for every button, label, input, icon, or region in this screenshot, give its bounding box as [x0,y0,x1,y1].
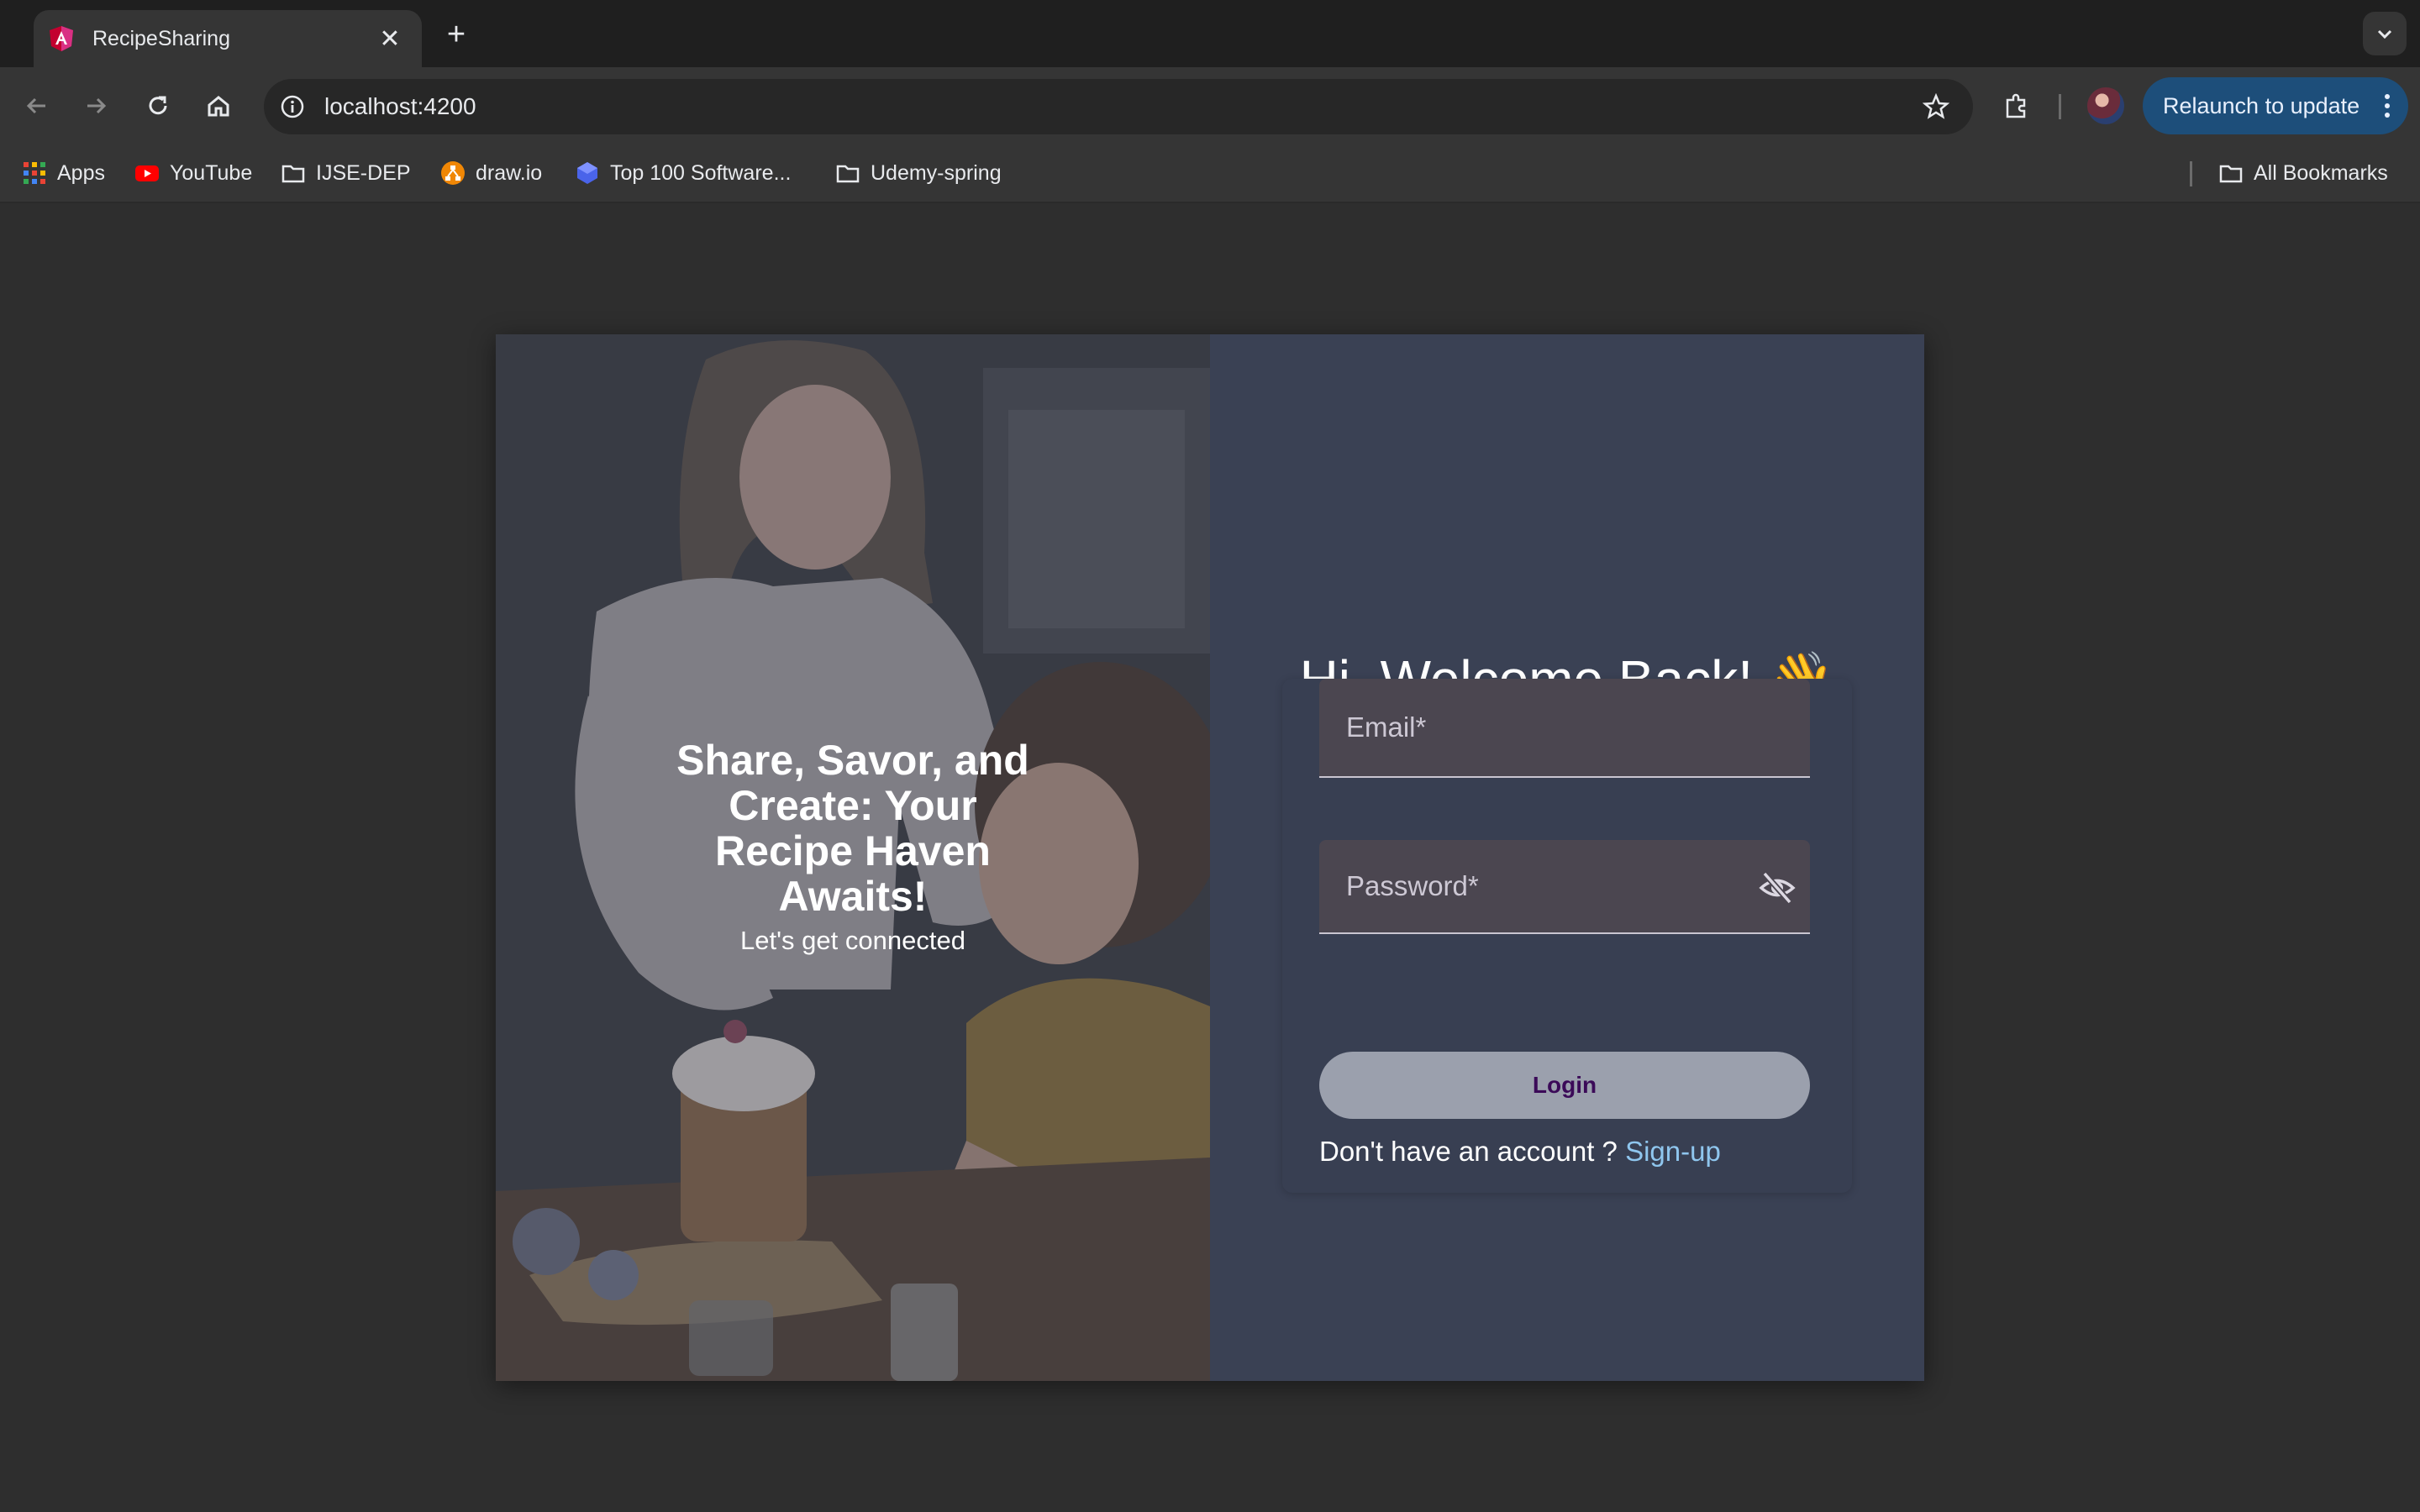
bookmark-label: Apps [57,160,105,185]
relaunch-label: Relaunch to update [2163,92,2360,118]
drawio-icon [441,161,465,185]
login-form-panel: Hi, Welcome Back! 👋 [1210,334,1924,1381]
tab-strip: RecipeSharing ✕ + [0,0,2420,67]
bookmark-label: Udemy-spring [871,160,1002,185]
home-button[interactable] [198,86,239,126]
browser-tab[interactable]: RecipeSharing ✕ [34,10,422,67]
angular-favicon-icon [50,26,73,51]
folder-icon [281,165,305,183]
email-input[interactable] [1319,679,1810,776]
bookmark-youtube[interactable]: YouTube [134,156,252,190]
bookmark-label: IJSE-DEP [316,160,411,185]
url-text: localhost:4200 [324,93,476,119]
tab-search-button[interactable] [2363,12,2407,55]
profile-avatar[interactable] [2087,87,2124,124]
login-form: Login Don't have an account ? Sign-up [1282,679,1852,1193]
hero-photo-panel: Share, Savor, and Create: Your Recipe Ha… [496,334,1210,1381]
bookmark-ijse-dep[interactable]: IJSE-DEP [281,156,411,190]
login-button[interactable]: Login [1319,1052,1810,1119]
bookmarks-divider [2190,161,2192,186]
address-bar[interactable]: localhost:4200 [264,79,1973,134]
bookmark-label: draw.io [476,160,543,185]
signup-link[interactable]: Sign-up [1625,1136,1721,1167]
signup-prompt: Don't have an account ? [1319,1136,1618,1167]
chevron-down-icon [2377,29,2392,39]
hero-text: Share, Savor, and Create: Your Recipe Ha… [496,738,1210,956]
tab-close-icon[interactable]: ✕ [375,24,405,54]
bookmark-label: YouTube [170,160,253,185]
bookmark-udemy-spring[interactable]: Udemy-spring [835,156,1002,190]
forward-button[interactable] [76,86,116,126]
all-bookmarks-label: All Bookmarks [2254,160,2388,185]
bookmarks-bar: Apps YouTube IJSE-DEP draw.io Top 100 So… [0,144,2420,203]
page-viewport: Share, Savor, and Create: Your Recipe Ha… [0,203,2420,1512]
cube-icon [577,162,597,184]
apps-grid-icon [24,162,45,184]
site-info-icon[interactable] [276,90,309,123]
home-icon [208,96,229,117]
bookmark-label: Top 100 Software... [610,160,792,185]
toolbar-divider [2059,94,2061,119]
more-menu-icon[interactable] [2385,94,2390,118]
login-card: Share, Savor, and Create: Your Recipe Ha… [496,334,1924,1381]
bookmark-drawio[interactable]: draw.io [440,156,542,190]
folder-icon [836,165,860,183]
email-field[interactable] [1319,679,1810,778]
bookmark-star-icon[interactable] [1916,87,1956,127]
password-input[interactable] [1319,840,1810,932]
password-field[interactable] [1319,840,1810,934]
bookmark-apps[interactable]: Apps [22,156,105,190]
relaunch-button[interactable]: Relaunch to update [2143,77,2408,134]
new-tab-icon[interactable]: + [439,17,474,52]
hero-subtitle: Let's get connected [740,926,965,955]
bookmark-top-100-software[interactable]: Top 100 Software... [575,156,791,190]
browser-toolbar: localhost:4200 Relaunch to update [0,67,2420,144]
tab-title: RecipeSharing [92,26,230,50]
folder-icon [2219,165,2243,183]
all-bookmarks-button[interactable]: All Bookmarks [2218,156,2388,190]
arrow-left-icon [26,97,45,114]
reload-icon [149,96,167,115]
visibility-off-icon[interactable] [1756,867,1798,909]
youtube-icon [135,165,159,181]
arrow-right-icon [87,97,107,114]
reload-button[interactable] [138,86,178,126]
extensions-icon[interactable] [1996,86,2037,126]
signup-row: Don't have an account ? Sign-up [1319,1136,1721,1168]
back-button[interactable] [17,86,57,126]
hero-title: Share, Savor, and Create: Your Recipe Ha… [676,737,1029,920]
